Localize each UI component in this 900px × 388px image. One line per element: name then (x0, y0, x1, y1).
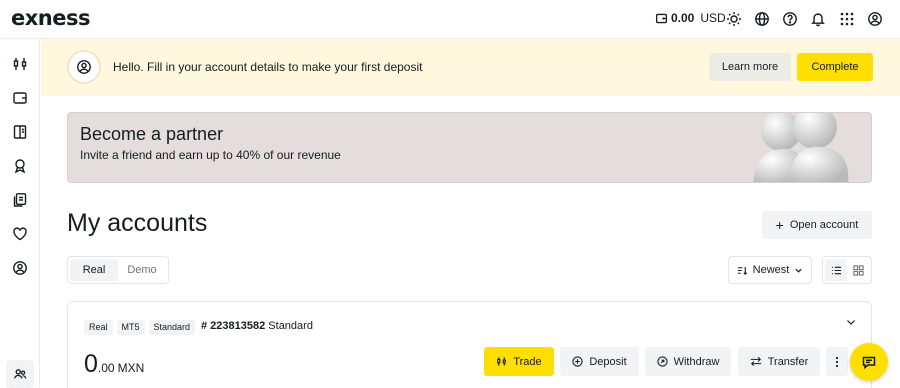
trade-button[interactable]: Trade (484, 347, 554, 376)
tab-real[interactable]: Real (70, 259, 118, 281)
wallet-icon (655, 12, 668, 25)
expand-chevron-icon[interactable] (845, 316, 857, 328)
complete-button[interactable]: Complete (797, 53, 873, 81)
account-avatar-icon (67, 50, 101, 84)
withdraw-button[interactable]: Withdraw (645, 347, 731, 376)
transfer-label: Transfer (767, 355, 809, 368)
copy-icon[interactable] (12, 192, 28, 208)
header-balance[interactable]: 0.00 USD (655, 11, 726, 25)
become-partner-banner[interactable]: Become a partner Invite a friend and ear… (67, 112, 872, 183)
partner-title: Become a partner (80, 124, 224, 144)
account-balance: 0.00 MXN (84, 350, 144, 379)
trade-label: Trade (513, 355, 542, 368)
profile-icon[interactable] (12, 260, 28, 276)
grid-view-icon[interactable] (847, 259, 869, 281)
sort-label: Newest (752, 264, 790, 276)
sort-dropdown[interactable]: Newest (728, 256, 812, 284)
balance-currency-code: MXN (117, 361, 145, 375)
transfer-button[interactable]: Transfer (738, 347, 820, 376)
deposit-icon (572, 356, 583, 367)
plus-icon: + (775, 217, 784, 233)
withdraw-label: Withdraw (673, 355, 720, 368)
chat-bubble-icon (861, 354, 877, 370)
document-icon[interactable] (12, 124, 28, 140)
account-type-toggle: Real Demo (67, 256, 169, 284)
my-accounts-heading: My accounts (67, 209, 208, 237)
open-account-button[interactable]: + Open account (762, 211, 872, 239)
sun-icon[interactable] (726, 11, 742, 27)
deposit-button[interactable]: Deposit (560, 347, 639, 376)
partner-users-icon[interactable] (6, 360, 34, 388)
tab-demo[interactable]: Demo (118, 259, 166, 281)
more-vertical-icon (835, 356, 839, 368)
more-actions-button[interactable] (826, 347, 848, 376)
globe-icon[interactable] (754, 11, 770, 27)
profile-icon[interactable] (867, 11, 883, 27)
balance-integer: 0 (84, 350, 98, 378)
account-number: # 223813582 Standard (201, 320, 313, 332)
chat-support-button[interactable] (850, 343, 888, 381)
partner-illustration-icon (753, 113, 849, 182)
apps-grid-icon[interactable] (839, 11, 855, 27)
bell-icon[interactable] (810, 11, 826, 27)
transfer-icon (750, 356, 762, 367)
deposit-notice-banner: Hello. Fill in your account details to m… (41, 39, 900, 96)
sort-icon (737, 265, 748, 276)
open-account-label: Open account (789, 219, 859, 231)
view-mode-toggle (822, 256, 872, 284)
exness-logo[interactable]: exness (11, 6, 90, 30)
account-type-label: Standard (268, 320, 313, 332)
tag-platform: MT5 (116, 320, 145, 335)
trade-icon (496, 356, 507, 367)
balance-amount: 0.00 (671, 11, 695, 25)
notice-message: Hello. Fill in your account details to m… (113, 60, 423, 74)
balance-decimal: .00 (97, 361, 115, 375)
partner-subtitle: Invite a friend and earn up to 40% of ou… (80, 148, 341, 162)
list-view-icon[interactable] (825, 259, 847, 281)
learn-more-button[interactable]: Learn more (709, 53, 791, 81)
chevron-down-icon (794, 266, 803, 275)
withdraw-icon (656, 356, 668, 367)
balance-currency: USD (700, 11, 726, 25)
account-tags: Real MT5 Standard (84, 320, 196, 335)
top-bar: exness 0.00 USD (0, 0, 900, 39)
trade-icon[interactable] (12, 56, 28, 72)
help-icon[interactable] (782, 11, 798, 27)
wallet-icon[interactable] (12, 90, 28, 106)
heart-icon[interactable] (12, 226, 28, 242)
tag-real: Real (84, 320, 113, 335)
account-id: # 223813582 (201, 320, 266, 332)
sidebar (0, 39, 40, 388)
award-icon[interactable] (12, 158, 28, 174)
tag-type: Standard (148, 320, 196, 335)
deposit-label: Deposit (589, 355, 627, 368)
